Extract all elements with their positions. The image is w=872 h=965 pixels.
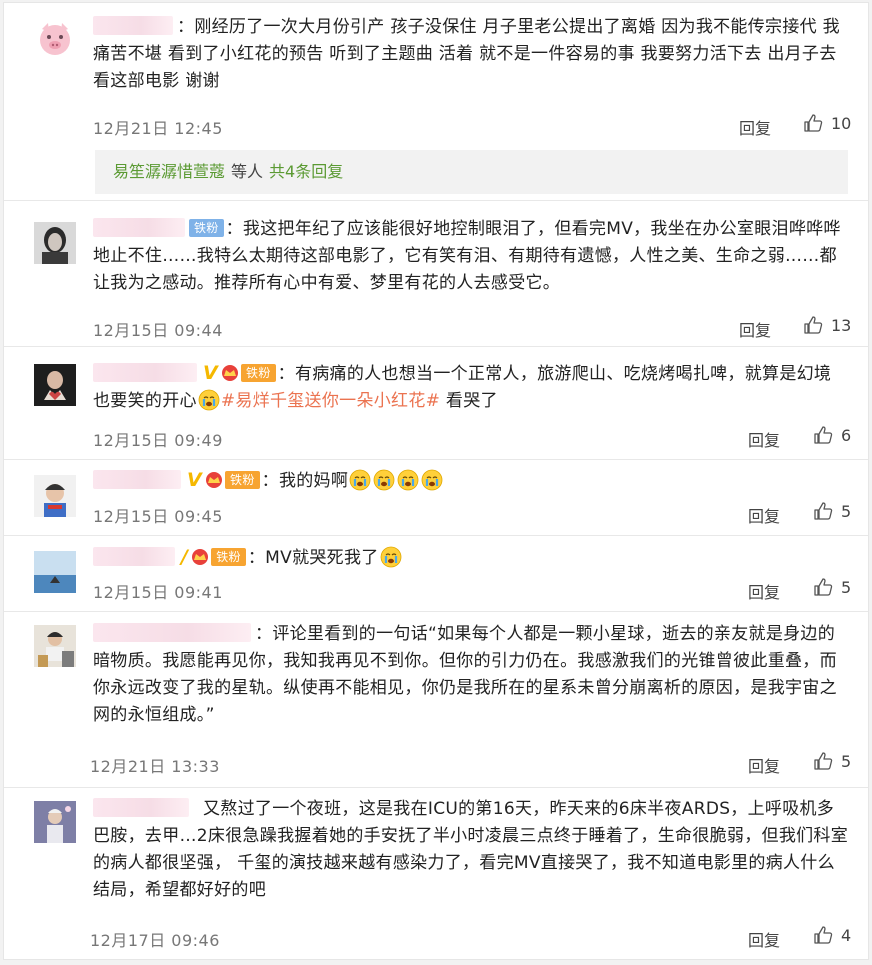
- username[interactable]: [93, 16, 173, 35]
- like-count: 4: [841, 925, 852, 945]
- thumbs-up-icon: [814, 426, 833, 444]
- comment-meta: 12月17日 09:46 回复 4: [90, 925, 851, 951]
- comment-text: 我的妈啊: [278, 471, 349, 491]
- username[interactable]: [93, 470, 181, 489]
- reply-button[interactable]: 回复: [748, 753, 780, 777]
- like-count: 5: [841, 751, 852, 771]
- comment-meta: 12月15日 09:45 回复 5: [93, 501, 851, 527]
- comment-list: ：刚经历了一次大月份引产 孩子没保住 月子里老公提出了离婚 因为我不能传宗接代 …: [3, 2, 869, 960]
- comment-time: 12月15日 09:44: [93, 321, 223, 340]
- avatar[interactable]: [34, 551, 76, 593]
- crying-emoji-icon: [380, 546, 401, 568]
- like-button[interactable]: 6: [813, 425, 851, 445]
- comment-item: ：评论里看到的一句话“如果每个人都是一颗小星球，逝去的亲友就是身边的暗物质。我愿…: [4, 611, 868, 788]
- comment-content: V 铁粉 ：我的妈啊: [93, 467, 848, 495]
- username[interactable]: [93, 218, 185, 237]
- reply-button[interactable]: 回复: [748, 427, 780, 451]
- comment-item: 铁粉 ：我这把年纪了应该能很好地控制眼泪了，但看完MV，我坐在办公室眼泪哗哗哗地止…: [4, 200, 868, 347]
- comment-content: 铁粉 ：我这把年纪了应该能很好地控制眼泪了，但看完MV，我坐在办公室眼泪哗哗哗地止…: [93, 218, 841, 293]
- thumbs-up-icon: [814, 578, 833, 596]
- like-button[interactable]: 5: [813, 751, 851, 771]
- topic-link[interactable]: #易烊千玺送你一朵小红花#: [221, 391, 440, 411]
- crying-emoji-icon: [397, 469, 419, 491]
- comment-content: V 铁粉 ：有病痛的人也想当一个正常人，旅游爬山、吃烧烤喝扎啤，就算是幻境也要笑的开…: [93, 362, 832, 411]
- like-count: 5: [841, 577, 852, 597]
- like-button[interactable]: 5: [813, 501, 851, 521]
- subreply-count-link[interactable]: 共4条回复: [269, 162, 343, 181]
- comment-meta: 12月15日 09:49 回复 6: [93, 425, 851, 451]
- username[interactable]: [93, 547, 175, 566]
- thumbs-up-icon: [814, 926, 833, 944]
- comment-time: 12月15日 09:49: [93, 431, 223, 450]
- crown-icon: [222, 365, 239, 381]
- fan-badge: 铁粉: [225, 471, 260, 489]
- avatar[interactable]: [34, 475, 76, 517]
- comment-meta: 12月21日 12:45 回复 10: [93, 113, 851, 139]
- crown-icon: [192, 549, 209, 565]
- crying-emoji-icon: [373, 469, 395, 491]
- crying-emoji-icon: [349, 469, 371, 491]
- like-button[interactable]: 13: [803, 315, 851, 335]
- comment-text: 又熬过了一个夜班，这是我在ICU的第16天，昨天来的6床半夜ARDS，上呼吸机多…: [93, 799, 849, 900]
- comment-time: 12月21日 12:45: [93, 119, 223, 138]
- comment-item: V 铁粉 ：我的妈啊 12月15日 09:45 回复 5: [4, 459, 868, 536]
- reply-button[interactable]: 回复: [739, 115, 771, 139]
- like-count: 6: [841, 425, 852, 445]
- comment-content: ：评论里看到的一句话“如果每个人都是一颗小星球，逝去的亲友就是身边的暗物质。我愿…: [93, 623, 837, 725]
- comment-text-tail: 看哭了: [440, 391, 498, 411]
- subreply-and: 等人: [231, 162, 264, 181]
- like-button[interactable]: 4: [813, 925, 851, 945]
- avatar[interactable]: [34, 364, 76, 406]
- comment-time: 12月15日 09:41: [93, 583, 223, 602]
- reply-button[interactable]: 回复: [748, 927, 780, 951]
- comment-item: V 铁粉 ：有病痛的人也想当一个正常人，旅游爬山、吃烧烤喝扎啤，就算是幻境也要笑的开…: [4, 346, 868, 460]
- comment-time: 12月21日 13:33: [90, 757, 220, 776]
- avatar[interactable]: [34, 17, 76, 59]
- comment-item: / 铁粉 ：MV就哭死我了 12月15日 09:41 回复 5: [4, 535, 868, 612]
- vip-badge: V: [203, 362, 219, 384]
- avatar[interactable]: [34, 801, 76, 843]
- reply-button[interactable]: 回复: [748, 579, 780, 603]
- comment-content: 又熬过了一个夜班，这是我在ICU的第16天，昨天来的6床半夜ARDS，上呼吸机多…: [93, 796, 848, 904]
- fan-badge: 铁粉: [211, 548, 246, 566]
- subreply-summary[interactable]: 易笙潺潺惜萱蔻 等人 共4条回复: [95, 150, 848, 194]
- comment-meta: 12月21日 13:33 回复 5: [90, 751, 851, 777]
- username[interactable]: [93, 363, 197, 382]
- thumbs-up-icon: [814, 502, 833, 520]
- comment-text: MV就哭死我了: [265, 548, 379, 568]
- like-count: 13: [831, 315, 852, 335]
- thumbs-up-icon: [804, 316, 823, 334]
- comment-content: ：刚经历了一次大月份引产 孩子没保住 月子里老公提出了离婚 因为我不能传宗接代 …: [93, 16, 840, 91]
- like-count: 5: [841, 501, 852, 521]
- subreply-names[interactable]: 易笙潺潺惜萱蔻: [113, 162, 225, 181]
- like-button[interactable]: 10: [803, 113, 851, 133]
- comment-item: ：刚经历了一次大月份引产 孩子没保住 月子里老公提出了离婚 因为我不能传宗接代 …: [4, 3, 868, 201]
- thumbs-up-icon: [804, 114, 823, 132]
- username[interactable]: [93, 798, 189, 817]
- comment-time: 12月17日 09:46: [90, 931, 220, 950]
- like-count: 10: [831, 113, 852, 133]
- comment-text: 刚经历了一次大月份引产 孩子没保住 月子里老公提出了离婚 因为我不能传宗接代 我…: [93, 17, 840, 91]
- thumbs-up-icon: [814, 752, 833, 770]
- vip-badge: /: [181, 546, 189, 568]
- username[interactable]: [93, 623, 251, 642]
- reply-button[interactable]: 回复: [748, 503, 780, 527]
- comment-meta: 12月15日 09:44 回复 13: [93, 315, 851, 341]
- comment-content: / 铁粉 ：MV就哭死我了: [93, 544, 848, 572]
- crying-emoji-icon: [198, 389, 220, 411]
- fan-badge: 铁粉: [189, 219, 224, 237]
- like-button[interactable]: 5: [813, 577, 851, 597]
- comment-time: 12月15日 09:45: [93, 507, 223, 526]
- emoji-group: [348, 469, 444, 491]
- reply-button[interactable]: 回复: [739, 317, 771, 341]
- fan-badge: 铁粉: [241, 364, 276, 382]
- avatar[interactable]: [34, 625, 76, 667]
- vip-badge: V: [187, 469, 203, 491]
- avatar[interactable]: [34, 222, 76, 264]
- comment-meta: 12月15日 09:41 回复 5: [93, 577, 851, 603]
- crown-icon: [206, 472, 223, 488]
- comment-item: 又熬过了一个夜班，这是我在ICU的第16天，昨天来的6床半夜ARDS，上呼吸机多…: [4, 787, 868, 959]
- crying-emoji-icon: [421, 469, 443, 491]
